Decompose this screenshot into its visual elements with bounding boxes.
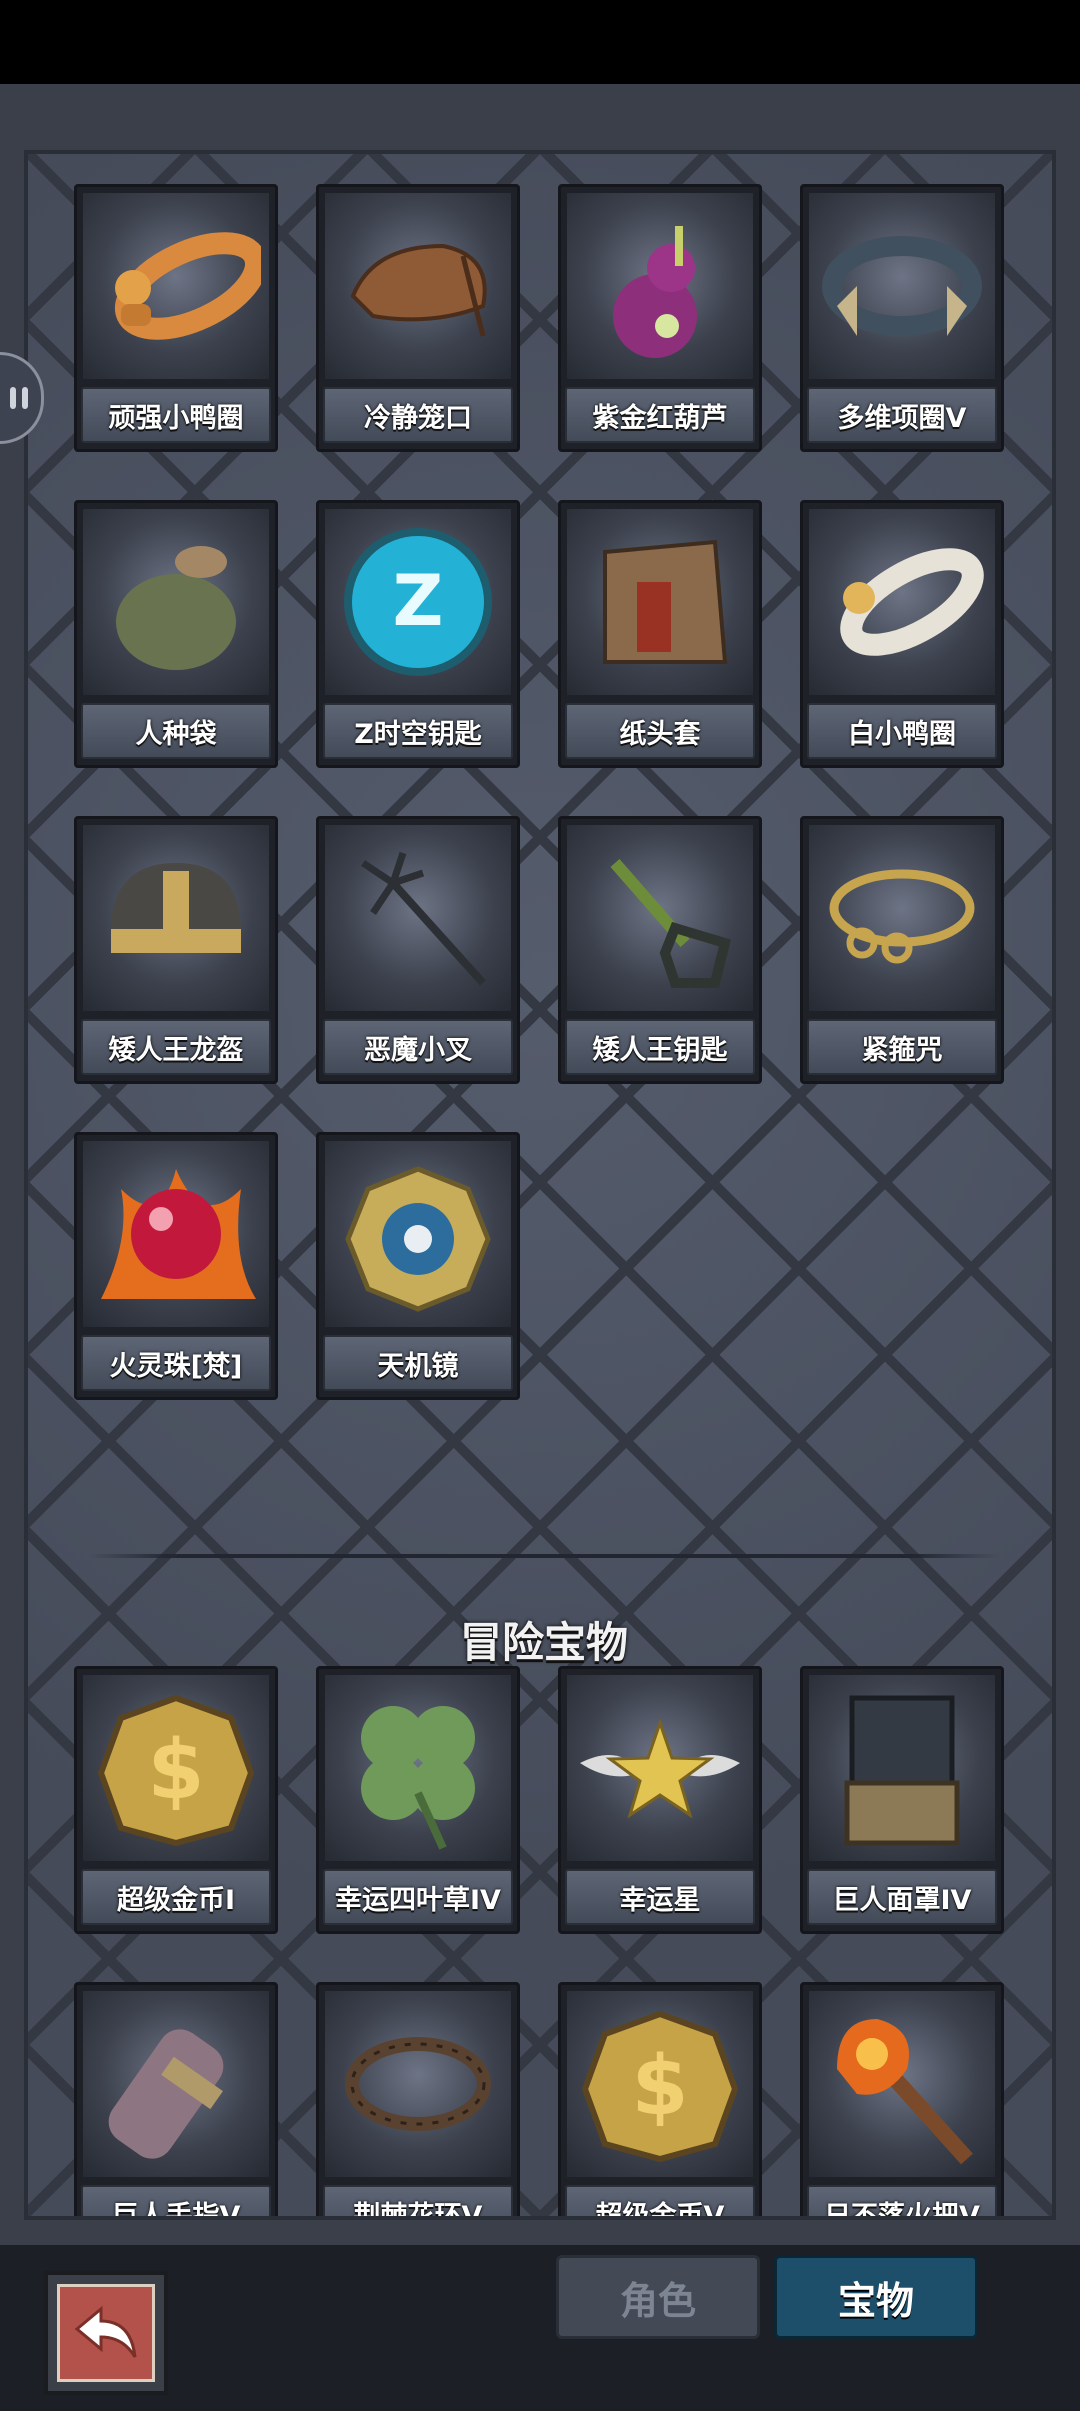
item-name: 天机镜 — [323, 1335, 513, 1391]
leather-muzzle-icon — [325, 193, 511, 379]
item-name: 巨人面罩IV — [807, 1869, 997, 1925]
adventure-item-card[interactable]: 巨人面罩IV — [800, 1666, 1004, 1934]
dwarf-helmet-icon — [83, 825, 269, 1011]
item-card[interactable]: 冷静笼口 — [316, 184, 520, 452]
section-divider — [88, 1554, 1000, 1558]
item-name: 火灵珠[梵] — [81, 1335, 271, 1391]
item-name: 超级金币I — [81, 1869, 271, 1925]
winged-star-icon — [567, 1675, 753, 1861]
item-card[interactable]: Z Z时空钥匙 — [316, 500, 520, 768]
paper-bag-mask-icon — [567, 509, 753, 695]
item-name: 日不落火把V — [807, 2185, 997, 2216]
item-name: 荆棘花环V — [323, 2185, 513, 2216]
bottom-bar: 角色 宝物 — [0, 2242, 1080, 2411]
item-card[interactable]: 紫金红葫芦 — [558, 184, 762, 452]
item-name: 紧箍咒 — [807, 1019, 997, 1075]
adventure-item-card[interactable]: 荆棘花环V — [316, 1982, 520, 2216]
item-name: 矮人王钥匙 — [565, 1019, 755, 1075]
item-name: 恶魔小叉 — [323, 1019, 513, 1075]
z-orb-key-icon: Z — [325, 509, 511, 695]
collection-frame: 顽强小鸭圈 冷静笼口 紫金红葫芦 多维项圈V 人种袋 Z Z时空钥匙 纸头套 白… — [0, 84, 1080, 2242]
item-name: 幸运星 — [565, 1869, 755, 1925]
cloth-sack-icon — [83, 509, 269, 695]
item-card[interactable]: 顽强小鸭圈 — [74, 184, 278, 452]
tab-role[interactable]: 角色 — [556, 2255, 760, 2339]
item-name: 人种袋 — [81, 703, 271, 759]
fire-orb-icon — [83, 1141, 269, 1327]
item-name: 巨人手指V — [81, 2185, 271, 2216]
item-card[interactable]: 矮人王钥匙 — [558, 816, 762, 1084]
status-bar — [0, 0, 1080, 84]
svg-text:$: $ — [147, 1723, 204, 1818]
svg-text:$: $ — [631, 2039, 688, 2134]
adventure-item-card[interactable]: $ 超级金币V — [558, 1982, 762, 2216]
trident-icon — [325, 825, 511, 1011]
handle-bar — [10, 387, 16, 409]
item-name: 纸头套 — [565, 703, 755, 759]
item-name: 冷静笼口 — [323, 387, 513, 443]
item-card[interactable]: 火灵珠[梵] — [74, 1132, 278, 1400]
section-title: 冒险宝物 — [459, 1618, 628, 1667]
purple-gourd-icon — [567, 193, 753, 379]
adventure-item-card[interactable]: 巨人手指V — [74, 1982, 278, 2216]
item-name: 矮人王龙盔 — [81, 1019, 271, 1075]
item-name: 幸运四叶草IV — [323, 1869, 513, 1925]
giant-mask-icon — [809, 1675, 995, 1861]
giant-finger-icon — [83, 1991, 269, 2177]
bagua-mirror-icon — [325, 1141, 511, 1327]
dwarf-key-icon — [567, 825, 753, 1011]
item-card[interactable]: 白小鸭圈 — [800, 500, 1004, 768]
item-card[interactable]: 矮人王龙盔 — [74, 816, 278, 1084]
adventure-item-card[interactable]: 日不落火把V — [800, 1982, 1004, 2216]
white-duck-ring-icon — [809, 509, 995, 695]
item-name: 多维项圈V — [807, 387, 997, 443]
adventure-item-card[interactable]: 幸运四叶草IV — [316, 1666, 520, 1934]
svg-text:Z: Z — [393, 560, 444, 642]
back-arrow-icon — [57, 2284, 155, 2382]
item-name: 顽强小鸭圈 — [81, 387, 271, 443]
gold-coin-icon: $ — [83, 1675, 269, 1861]
torch-icon — [809, 1991, 995, 2177]
spiked-collar-icon — [809, 193, 995, 379]
gold-coin-icon: $ — [567, 1991, 753, 2177]
item-name: 紫金红葫芦 — [565, 387, 755, 443]
tab-treasure[interactable]: 宝物 — [774, 2255, 978, 2339]
item-card[interactable]: 天机镜 — [316, 1132, 520, 1400]
adventure-item-card[interactable]: $ 超级金币I — [74, 1666, 278, 1934]
item-card[interactable]: 纸头套 — [558, 500, 762, 768]
treasure-panel[interactable]: 顽强小鸭圈 冷静笼口 紫金红葫芦 多维项圈V 人种袋 Z Z时空钥匙 纸头套 白… — [24, 150, 1056, 2220]
handle-bar — [22, 387, 28, 409]
thorn-wreath-icon — [325, 1991, 511, 2177]
item-card[interactable]: 人种袋 — [74, 500, 278, 768]
golden-headband-icon — [809, 825, 995, 1011]
back-button[interactable] — [44, 2271, 168, 2395]
adventure-item-card[interactable]: 幸运星 — [558, 1666, 762, 1934]
item-card[interactable]: 恶魔小叉 — [316, 816, 520, 1084]
item-card[interactable]: 紧箍咒 — [800, 816, 1004, 1084]
item-name: 白小鸭圈 — [807, 703, 997, 759]
item-name: Z时空钥匙 — [323, 703, 513, 759]
item-card[interactable]: 多维项圈V — [800, 184, 1004, 452]
item-name: 超级金币V — [565, 2185, 755, 2216]
orange-duck-ring-icon — [83, 193, 269, 379]
four-leaf-clover-icon — [325, 1675, 511, 1861]
